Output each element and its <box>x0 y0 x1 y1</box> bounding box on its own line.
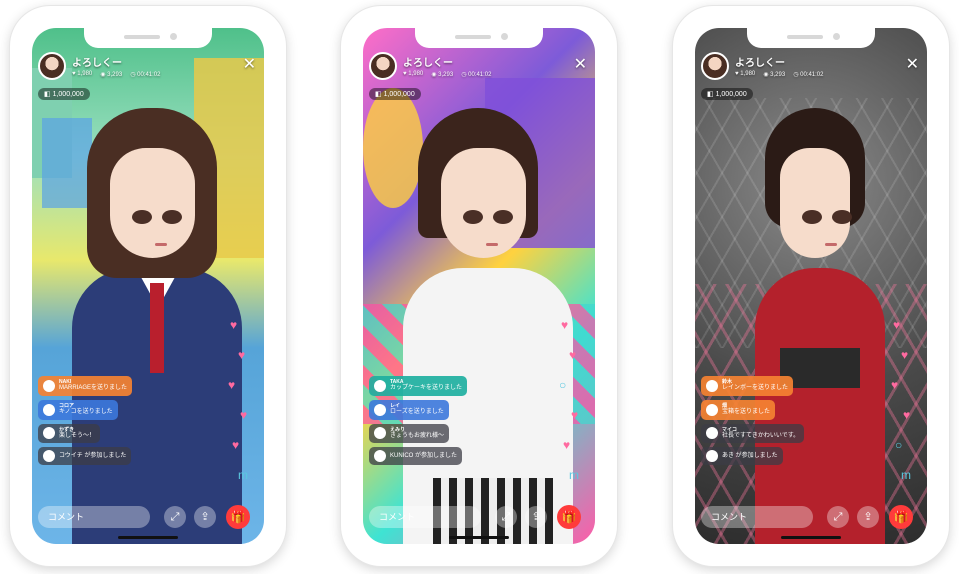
floating-hearts: ♥ ♥ ♥ ♥ ○ m <box>891 318 911 482</box>
likes-count: ♥ 1,980 <box>735 71 756 77</box>
chat-message: 畑宝箱を送りました <box>701 399 776 420</box>
expand-icon[interactable]: ⤢ <box>164 506 186 528</box>
streamer-header[interactable]: よろしくー ♥ 1,980 ◉ 3,293 ◷ 00:41:02 <box>369 52 491 80</box>
chat-message: えみり きょうもお疲れ様～ <box>369 423 450 444</box>
streamer-avatar[interactable] <box>701 52 729 80</box>
chat-feed: TAKA カップケーキを送りました レイ ローズを送りました えみり きょうもお疲れ様… <box>369 376 509 469</box>
chat-avatar <box>706 379 718 392</box>
chat-avatar <box>43 450 55 463</box>
share-icon[interactable]: ⇪ <box>857 506 879 528</box>
viewer-count: ◉ 3,293 <box>763 72 786 78</box>
chat-avatar <box>374 379 386 392</box>
chat-avatar <box>374 403 386 416</box>
chat-avatar <box>43 403 55 416</box>
live-stream-screen: よろしくー ♥ 1,980 ◉ 3,293 ◷ 00:41:02 ✕ ◧ 1,0… <box>695 28 927 544</box>
expand-icon[interactable]: ⤢ <box>495 506 517 528</box>
phone-notch <box>84 28 212 48</box>
chat-message: マイコ 社長ですてきかわいいです。 <box>701 423 805 444</box>
points-badge: ◧ 1,000,000 <box>38 88 90 100</box>
home-indicator <box>118 536 178 539</box>
heart-icon: ♥ <box>72 71 76 77</box>
bottom-bar: コメント ⤢ ⇪ 🎁 <box>701 504 921 530</box>
streamer-avatar[interactable] <box>38 52 66 80</box>
streamer-name: よろしくー <box>735 58 785 69</box>
likes-count: ♥ 1,980 <box>72 71 93 77</box>
coin-icon: ◧ <box>44 91 51 98</box>
coin-icon: ◧ <box>707 91 714 98</box>
elapsed-time: ◷ 00:41:02 <box>793 72 824 78</box>
chat-message: コウイチ が参加しました <box>38 447 132 466</box>
chat-feed: 鈴木 レインボーを送りました 畑宝箱を送りました マイコ 社長ですてきかわいいです。… <box>701 376 841 469</box>
chat-avatar <box>706 427 718 440</box>
elapsed-time: ◷ 00:41:02 <box>461 72 492 78</box>
points-badge: ◧ 1,000,000 <box>369 88 421 100</box>
share-icon[interactable]: ⇪ <box>525 506 547 528</box>
close-icon[interactable]: ✕ <box>574 54 587 74</box>
streamer-name: よろしくー <box>72 58 122 69</box>
share-icon[interactable]: ⇪ <box>194 506 216 528</box>
elapsed-time: ◷ 00:41:02 <box>130 72 161 78</box>
comment-input[interactable]: コメント <box>38 506 150 528</box>
floating-hearts: ♥ ♥ ♥ ♥ ♥ m <box>228 318 248 482</box>
chat-avatar <box>374 427 386 440</box>
phone-mockup-2: よろしくー ♥ 1,980 ◉ 3,293 ◷ 00:41:02 ✕ ◧ 1,0… <box>341 6 617 566</box>
gift-icon[interactable]: 🎁 <box>889 505 913 529</box>
avatar-character <box>403 108 573 544</box>
phone-mockup-1: よろしくー ♥ 1,980 ◉ 3,293 ◷ 00:41:02 ✕ ◧ 1,0… <box>10 6 286 566</box>
chat-avatar <box>706 450 718 463</box>
coin-icon: ◧ <box>375 91 382 98</box>
viewer-icon: ◉ <box>763 72 769 78</box>
chat-feed: NAKI MARRIAGEを送りました コロア キノコを送りました かずき 楽しそう～… <box>38 376 178 469</box>
clock-icon: ◷ <box>793 72 799 78</box>
phone-mockup-3: よろしくー ♥ 1,980 ◉ 3,293 ◷ 00:41:02 ✕ ◧ 1,0… <box>673 6 949 566</box>
viewer-icon: ◉ <box>100 72 106 78</box>
home-indicator <box>781 536 841 539</box>
phone-notch <box>747 28 875 48</box>
heart-icon: ♥ <box>735 71 739 77</box>
streamer-header[interactable]: よろしくー ♥ 1,980 ◉ 3,293 ◷ 00:41:02 <box>701 52 823 80</box>
floating-hearts: ♥ ♥ ○ ♥ ♥ m <box>559 318 579 482</box>
bottom-bar: コメント ⤢ ⇪ 🎁 <box>369 504 589 530</box>
home-indicator <box>449 536 509 539</box>
live-stream-screen: よろしくー ♥ 1,980 ◉ 3,293 ◷ 00:41:02 ✕ ◧ 1,0… <box>32 28 264 544</box>
chat-message: かずき 楽しそう～！ <box>38 423 101 444</box>
viewer-count: ◉ 3,293 <box>431 72 454 78</box>
chat-message: コロア キノコを送りました <box>38 399 118 420</box>
gift-icon[interactable]: 🎁 <box>226 505 250 529</box>
close-icon[interactable]: ✕ <box>906 54 919 74</box>
chat-message: NAKI MARRIAGEを送りました <box>38 376 133 396</box>
avatar-character <box>735 108 905 544</box>
chat-message: あき が参加しました <box>701 447 783 466</box>
chat-avatar <box>43 379 55 392</box>
chat-avatar <box>374 450 386 463</box>
live-stream-screen: よろしくー ♥ 1,980 ◉ 3,293 ◷ 00:41:02 ✕ ◧ 1,0… <box>363 28 595 544</box>
clock-icon: ◷ <box>130 72 136 78</box>
streamer-header[interactable]: よろしくー ♥ 1,980 ◉ 3,293 ◷ 00:41:02 <box>38 52 160 80</box>
heart-icon: ♥ <box>403 71 407 77</box>
gift-icon[interactable]: 🎁 <box>557 505 581 529</box>
avatar-character <box>72 108 242 544</box>
expand-icon[interactable]: ⤢ <box>827 506 849 528</box>
close-icon[interactable]: ✕ <box>243 54 256 74</box>
bottom-bar: コメント ⤢ ⇪ 🎁 <box>38 504 258 530</box>
clock-icon: ◷ <box>461 72 467 78</box>
chat-avatar <box>43 427 55 440</box>
comment-input[interactable]: コメント <box>369 506 481 528</box>
chat-avatar <box>706 403 718 416</box>
chat-message: KUNICO が参加しました <box>369 447 463 466</box>
viewer-icon: ◉ <box>431 72 437 78</box>
likes-count: ♥ 1,980 <box>403 71 424 77</box>
phone-notch <box>415 28 543 48</box>
streamer-avatar[interactable] <box>369 52 397 80</box>
comment-input[interactable]: コメント <box>701 506 813 528</box>
chat-message: レイ ローズを送りました <box>369 399 449 420</box>
viewer-count: ◉ 3,293 <box>100 72 123 78</box>
chat-message: 鈴木 レインボーを送りました <box>701 376 794 396</box>
points-badge: ◧ 1,000,000 <box>701 88 753 100</box>
streamer-name: よろしくー <box>403 58 453 69</box>
chat-message: TAKA カップケーキを送りました <box>369 376 468 396</box>
